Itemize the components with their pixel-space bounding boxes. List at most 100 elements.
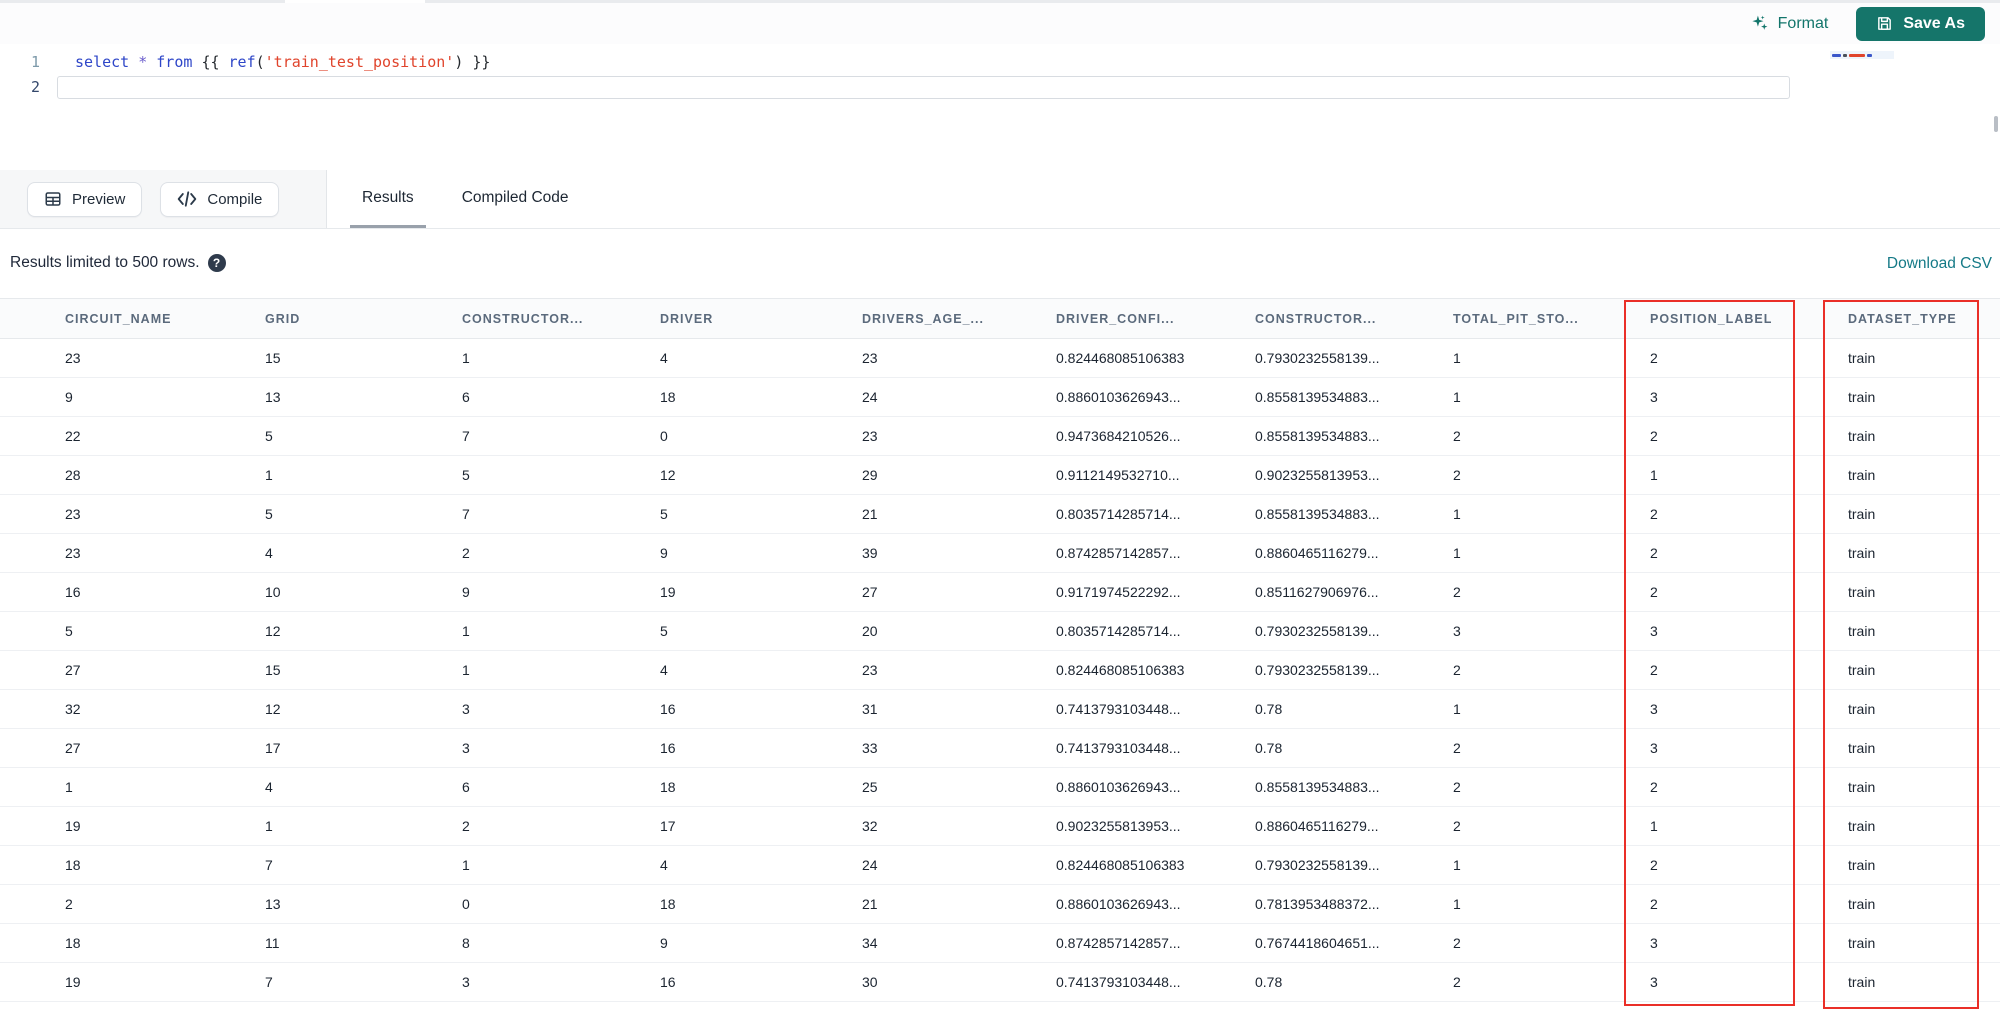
code-token: ) bbox=[454, 53, 464, 71]
help-icon[interactable]: ? bbox=[207, 254, 226, 272]
table-cell: 16 bbox=[65, 584, 81, 600]
code-line-1[interactable]: select * from {{ ref('train_test_positio… bbox=[75, 50, 490, 75]
results-info-bar: Results limited to 500 rows. ? Download … bbox=[0, 230, 2000, 298]
save-as-button[interactable]: Save As bbox=[1856, 6, 1985, 41]
table-cell: 5 bbox=[65, 623, 73, 639]
table-cell: 1 bbox=[462, 662, 470, 678]
table-cell: 1 bbox=[462, 350, 470, 366]
table-row: 5 12 1 5 20 0.8035714285714... 0.7930232558139… bbox=[0, 612, 2000, 651]
table-cell: 1 bbox=[462, 857, 470, 873]
column-header: DRIVER bbox=[660, 311, 714, 326]
table-cell: 13 bbox=[265, 896, 281, 912]
table-cell: 2 bbox=[1650, 779, 1658, 795]
table-cell: 6 bbox=[462, 389, 470, 405]
download-csv-link[interactable]: Download CSV bbox=[1887, 255, 1992, 273]
minimap-mark bbox=[1867, 53, 1872, 57]
tab-compiled-code[interactable]: Compiled Code bbox=[450, 170, 581, 228]
table-cell: 2 bbox=[1453, 428, 1461, 444]
table-cell: 18 bbox=[660, 389, 676, 405]
table-cell: 0.7674418604651... bbox=[1255, 935, 1380, 951]
compile-label: Compile bbox=[207, 190, 263, 208]
table-cell: 3 bbox=[1650, 740, 1658, 756]
table-cell: train bbox=[1848, 701, 1876, 717]
table-cell: 0.9171974522292... bbox=[1056, 584, 1181, 600]
table-row: 2 13 0 18 21 0.8860103626943... 0.781395348837… bbox=[0, 885, 2000, 924]
table-cell: 0.8511627906976... bbox=[1255, 584, 1379, 600]
table-row: 18 7 1 4 24 0.824468085106383 0.7930232558139.… bbox=[0, 846, 2000, 885]
table-cell: 0.9023255813953... bbox=[1056, 818, 1181, 834]
table-cell: 4 bbox=[660, 662, 668, 678]
table-row: 9 13 6 18 24 0.8860103626943... 0.855813953488… bbox=[0, 378, 2000, 417]
preview-button[interactable]: Preview bbox=[27, 181, 143, 217]
table-cell: 12 bbox=[660, 467, 676, 483]
sql-editor[interactable]: 1 2 select * from {{ ref('train_test_pos… bbox=[0, 44, 2000, 170]
table-cell: 3 bbox=[1453, 623, 1461, 639]
table-cell: 0 bbox=[660, 428, 668, 444]
editor-scrollbar[interactable] bbox=[1994, 116, 1998, 132]
minimap-mark bbox=[1849, 53, 1865, 57]
table-cell: 5 bbox=[265, 506, 273, 522]
table-cell: 0.8742857142857... bbox=[1056, 935, 1181, 951]
column-header: TOTAL_PIT_STO... bbox=[1453, 311, 1579, 326]
code-minimap[interactable] bbox=[1830, 51, 1894, 59]
tab-label: Results bbox=[362, 188, 414, 206]
table-cell: 16 bbox=[660, 974, 676, 990]
table-cell: train bbox=[1848, 350, 1876, 366]
format-button[interactable]: Format bbox=[1750, 14, 1828, 33]
table-cell: 21 bbox=[862, 896, 878, 912]
table-cell: 5 bbox=[660, 623, 668, 639]
table-cell: 33 bbox=[862, 740, 878, 756]
table-cell: 0.824468085106383 bbox=[1056, 857, 1185, 873]
results-table: CIRCUIT_NAME GRID CONSTRUCTOR... DRIVER DRIV… bbox=[0, 298, 2000, 1002]
table-cell: 12 bbox=[265, 701, 281, 717]
table-cell: 2 bbox=[1650, 584, 1658, 600]
code-token: from bbox=[156, 53, 193, 71]
table-cell: train bbox=[1848, 974, 1876, 990]
table-cell: 5 bbox=[265, 428, 273, 444]
table-cell: 6 bbox=[462, 779, 470, 795]
table-cell: 32 bbox=[862, 818, 878, 834]
preview-label: Preview bbox=[72, 190, 126, 208]
table-cell: train bbox=[1848, 428, 1876, 444]
table-cell: 18 bbox=[65, 857, 81, 873]
table-cell: 0.78 bbox=[1255, 740, 1283, 756]
table-cell: 0.9473684210526... bbox=[1056, 428, 1181, 444]
table-cell: 0.8035714285714... bbox=[1056, 623, 1181, 639]
code-icon bbox=[177, 191, 197, 207]
table-row: 27 15 1 4 23 0.824468085106383 0.7930232558139… bbox=[0, 651, 2000, 690]
table-cell: 31 bbox=[862, 701, 878, 717]
table-cell: 17 bbox=[660, 818, 676, 834]
table-cell: 0.9112149532710... bbox=[1056, 467, 1180, 483]
code-token: }} bbox=[472, 53, 491, 71]
table-row: 19 1 2 17 32 0.9023255813953... 0.886046511627… bbox=[0, 807, 2000, 846]
code-token: * bbox=[138, 53, 148, 71]
compile-button[interactable]: Compile bbox=[160, 181, 280, 217]
table-cell: 1 bbox=[265, 818, 273, 834]
code-token: select bbox=[75, 53, 130, 71]
tab-results[interactable]: Results bbox=[350, 170, 426, 228]
column-header: CONSTRUCTOR... bbox=[462, 311, 584, 326]
table-cell: 2 bbox=[1453, 818, 1461, 834]
table-cell: 0.824468085106383 bbox=[1056, 662, 1185, 678]
table-cell: 29 bbox=[862, 467, 878, 483]
minimap-mark bbox=[1832, 53, 1841, 57]
code-token: ( bbox=[255, 53, 265, 71]
table-cell: 23 bbox=[862, 662, 878, 678]
table-body: 23 15 1 4 23 0.824468085106383 0.7930232558139… bbox=[0, 339, 2000, 1002]
row-limit-text: Results limited to 500 rows. bbox=[10, 254, 200, 271]
table-cell: 4 bbox=[660, 857, 668, 873]
table-cell: 3 bbox=[1650, 623, 1658, 639]
table-cell: 19 bbox=[660, 584, 676, 600]
table-cell: 28 bbox=[65, 467, 81, 483]
table-cell: 0.7413793103448... bbox=[1056, 740, 1181, 756]
table-row: 28 1 5 12 29 0.9112149532710... 0.902325581395… bbox=[0, 456, 2000, 495]
table-header-row: CIRCUIT_NAME GRID CONSTRUCTOR... DRIVER DRIV… bbox=[0, 298, 2000, 339]
table-row: 1 4 6 18 25 0.8860103626943... 0.8558139534883… bbox=[0, 768, 2000, 807]
table-row: 18 11 8 9 34 0.8742857142857... 0.767441860465… bbox=[0, 924, 2000, 963]
table-cell: 12 bbox=[265, 623, 281, 639]
table-cell: 2 bbox=[1650, 350, 1658, 366]
table-cell: 1 bbox=[1453, 857, 1461, 873]
table-cell: 4 bbox=[660, 350, 668, 366]
